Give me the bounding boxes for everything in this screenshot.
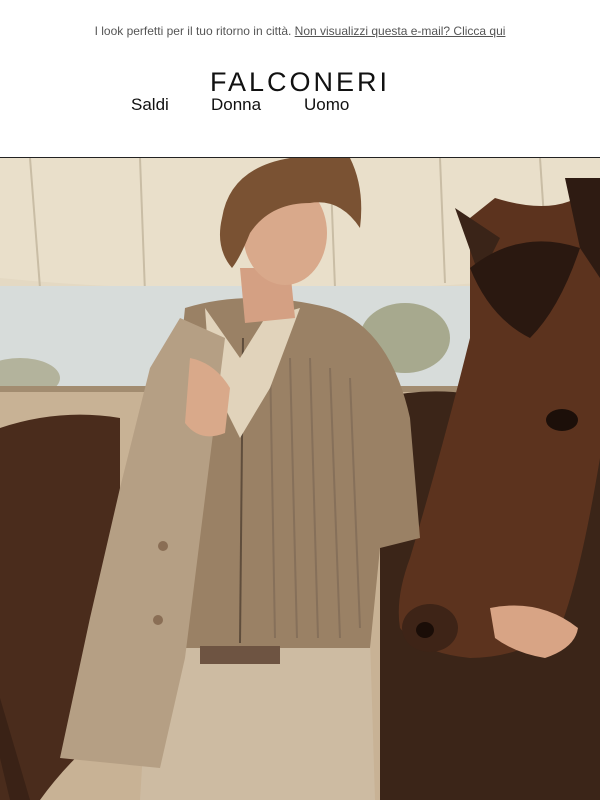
- nav-item-donna[interactable]: Donna: [211, 95, 261, 115]
- nav-item-saldi[interactable]: Saldi: [131, 95, 169, 115]
- preheader-text: I look perfetti per il tuo ritorno in ci…: [94, 24, 292, 38]
- nav-item-uomo[interactable]: Uomo: [304, 95, 349, 115]
- main-nav: Saldi Donna Uomo: [0, 95, 600, 117]
- hero-image[interactable]: [0, 158, 600, 800]
- preheader: I look perfetti per il tuo ritorno in ci…: [0, 23, 600, 39]
- view-in-browser-link[interactable]: Non visualizzi questa e-mail? Clicca qui: [295, 24, 506, 38]
- hero-photo: [0, 158, 600, 800]
- brand-logo[interactable]: FALCONERI: [0, 66, 600, 98]
